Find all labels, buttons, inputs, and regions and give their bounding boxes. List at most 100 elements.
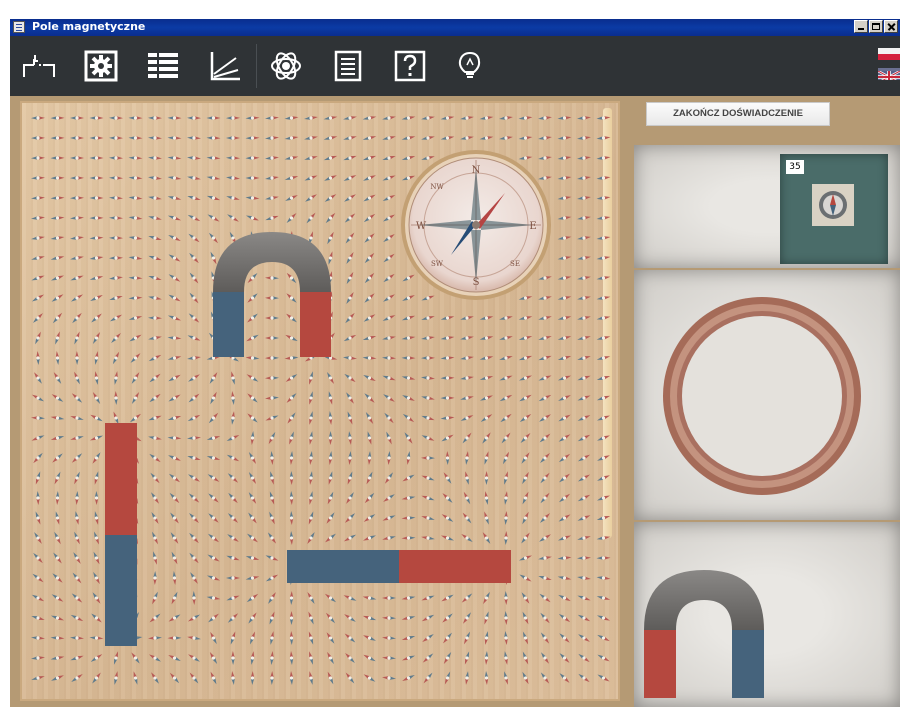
field-needle xyxy=(171,591,178,605)
field-needle xyxy=(245,176,260,180)
field-needle xyxy=(167,315,182,321)
field-needle xyxy=(421,295,435,301)
field-needle xyxy=(247,533,258,543)
field-needle xyxy=(270,471,274,485)
field-needle xyxy=(151,492,159,504)
field-needle xyxy=(71,593,83,603)
compass-needle-item[interactable] xyxy=(812,184,854,226)
field-needle xyxy=(31,156,45,160)
finish-experiment-button[interactable]: ZAKOŃCZ DOŚWIADCZENIE xyxy=(646,102,830,126)
field-needle xyxy=(133,671,138,685)
field-needle xyxy=(74,471,80,485)
field-needle xyxy=(72,572,82,584)
field-needle xyxy=(465,471,469,485)
field-needle xyxy=(364,252,375,264)
field-needle xyxy=(152,591,158,605)
field-needle xyxy=(346,392,354,404)
field-needle xyxy=(268,592,276,604)
field-needle xyxy=(522,631,529,645)
field-needle xyxy=(31,236,45,240)
field-needle xyxy=(168,455,181,461)
field-needle xyxy=(167,636,182,640)
field-needle xyxy=(445,451,450,465)
field-needle xyxy=(559,633,570,643)
field-needle xyxy=(343,534,357,542)
field-needle xyxy=(189,513,199,523)
field-needle xyxy=(247,273,258,283)
coil-ring-item[interactable] xyxy=(634,270,900,520)
field-needle xyxy=(402,675,415,681)
field-needle xyxy=(442,493,453,503)
field-needle xyxy=(382,336,396,340)
field-needle xyxy=(422,634,434,642)
horseshoe-magnet-item[interactable] xyxy=(634,522,900,707)
field-needle xyxy=(227,513,239,523)
field-needle xyxy=(484,651,489,665)
field-needle xyxy=(402,295,415,301)
bar-magnet-vertical[interactable] xyxy=(105,423,137,646)
field-needle xyxy=(440,116,455,120)
field-needle xyxy=(346,292,354,304)
field-needle xyxy=(150,472,160,484)
field-needle xyxy=(188,654,200,662)
field-needle xyxy=(421,614,435,622)
field-needle xyxy=(168,294,181,302)
field-needle xyxy=(363,654,376,662)
field-needle xyxy=(577,296,591,300)
field-needle xyxy=(596,196,611,200)
field-needle xyxy=(31,196,45,200)
field-needle xyxy=(366,471,373,485)
field-needle xyxy=(206,456,221,460)
field-needle xyxy=(538,116,552,120)
field-needle xyxy=(109,196,123,200)
field-needle xyxy=(168,234,181,242)
bar-magnet-horizontal[interactable] xyxy=(287,550,511,583)
field-needle xyxy=(167,156,182,160)
field-needle xyxy=(114,671,118,685)
field-needle xyxy=(189,552,199,564)
compass-label-w: W xyxy=(416,221,427,232)
field-needle xyxy=(421,475,435,481)
field-needle xyxy=(519,413,532,423)
field-needle xyxy=(208,493,219,503)
field-needle xyxy=(465,451,469,465)
field-needle xyxy=(167,136,182,140)
field-needle xyxy=(577,116,591,120)
compass-label-sw: SW xyxy=(431,260,444,268)
field-needle xyxy=(362,136,377,140)
field-needle xyxy=(596,615,611,621)
field-needle xyxy=(344,213,356,223)
field-needle xyxy=(348,431,352,445)
field-needle xyxy=(114,371,118,385)
mini-compass-icon xyxy=(819,191,847,219)
field-needle xyxy=(206,176,221,180)
field-needle xyxy=(148,354,162,362)
field-needle xyxy=(284,116,299,120)
field-needle xyxy=(89,435,104,441)
field-needle xyxy=(577,494,591,502)
field-needle xyxy=(597,455,610,461)
field-needle xyxy=(504,511,508,525)
field-needle xyxy=(578,673,590,683)
field-needle xyxy=(464,651,470,665)
field-needle xyxy=(192,591,196,605)
field-needle xyxy=(148,436,162,440)
field-needle xyxy=(148,236,162,240)
field-needle xyxy=(265,116,279,120)
field-needle xyxy=(247,313,258,323)
field-needle xyxy=(304,175,318,181)
field-needle xyxy=(522,511,529,525)
field-needle xyxy=(382,536,396,540)
field-needle xyxy=(245,215,260,221)
field-needle xyxy=(518,296,533,300)
field-needle xyxy=(31,176,45,180)
field-needle xyxy=(151,511,159,525)
field-needle xyxy=(500,413,512,423)
field-needle xyxy=(559,673,570,683)
field-needle xyxy=(364,293,375,303)
field-needle xyxy=(540,632,550,644)
field-needle xyxy=(128,116,143,120)
field-needle xyxy=(367,431,372,445)
field-needle xyxy=(577,474,591,482)
large-compass[interactable]: N S W E NW SW SE xyxy=(401,150,551,300)
